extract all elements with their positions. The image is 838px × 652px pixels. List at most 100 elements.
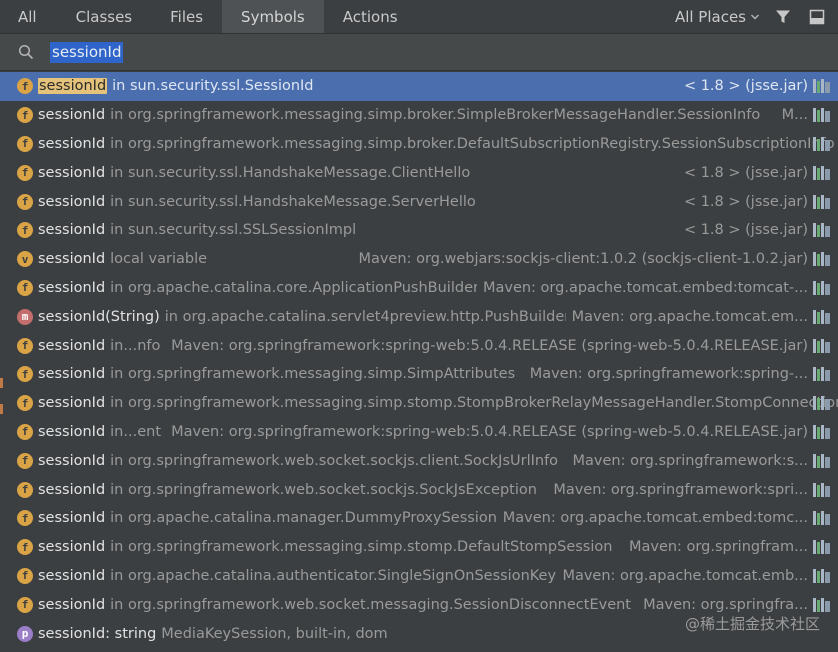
symbol-location: Maven: org.webjars:sockjs-client:1.0.2 (… xyxy=(352,244,808,274)
result-row[interactable]: f sessionId in org.apache.catalina.authent… xyxy=(0,561,838,591)
symbol-context: in...nfo xyxy=(110,337,161,354)
field-icon: f xyxy=(17,567,33,584)
filter-icon[interactable] xyxy=(774,8,792,26)
result-row[interactable]: f sessionId in org.springframework.messagi… xyxy=(0,532,838,562)
symbol-context: in org.springframework.messaging.simp.st… xyxy=(110,395,838,412)
field-icon: f xyxy=(17,78,33,95)
library-icon xyxy=(813,568,830,583)
library-icon xyxy=(813,165,830,180)
symbol-context: in org.springframework.web.socket.sockjs… xyxy=(110,481,537,498)
result-row[interactable]: m sessionId(String) in org.apache.catalina… xyxy=(0,302,838,332)
field-icon: f xyxy=(17,481,33,498)
result-row[interactable]: f sessionId in sun.security.ssl.HandshakeM… xyxy=(0,158,838,188)
symbol-location: Maven: org.apache.tomcat.em... xyxy=(565,302,808,332)
symbol-location: < 1.8 > (jsse.jar) xyxy=(677,187,808,216)
library-icon xyxy=(813,453,830,468)
symbol-name: sessionId xyxy=(38,539,106,556)
field-icon: f xyxy=(17,510,33,527)
result-row[interactable]: f sessionId in org.springframework.messagi… xyxy=(0,389,838,418)
symbol-context: in org.springframework.messaging.simp.st… xyxy=(110,539,613,556)
symbol-location: Maven: org.springframework:spring-... xyxy=(523,359,808,389)
search-input[interactable]: sessionId xyxy=(50,41,124,63)
field-icon: f xyxy=(17,164,33,181)
symbol-context: in org.apache.catalina.core.ApplicationP… xyxy=(110,279,479,296)
result-row[interactable]: f sessionId in sun.security.ssl.HandshakeM… xyxy=(0,187,838,216)
result-row[interactable]: f sessionId in...nfo Maven: org.springframe… xyxy=(0,331,838,360)
field-icon: f xyxy=(17,193,33,210)
symbol-location: Maven: org.springframework:spring-web:5.… xyxy=(165,417,808,447)
library-icon xyxy=(813,79,830,94)
symbol-context: in org.springframework.web.socket.sockjs… xyxy=(110,452,559,469)
symbol-name: sessionId xyxy=(38,193,106,210)
symbol-name: sessionId xyxy=(38,164,106,181)
symbol-context: in org.springframework.messaging.simp.br… xyxy=(110,107,761,124)
result-row[interactable]: f sessionId in...ent Maven: org.springframe… xyxy=(0,417,838,447)
tabbar-tools: All Places xyxy=(675,0,838,33)
editor-gutter-marker xyxy=(0,378,3,388)
library-icon xyxy=(813,338,830,353)
tab-classes[interactable]: Classes xyxy=(57,0,152,33)
variable-icon: v xyxy=(17,251,33,268)
result-row[interactable]: f sessionId in sun.security.ssl.SSLSession… xyxy=(0,215,838,245)
symbol-name: sessionId xyxy=(38,452,106,469)
scope-dropdown[interactable]: All Places xyxy=(675,8,760,26)
result-row[interactable]: f sessionId in sun.security.ssl.SessionId <… xyxy=(0,72,838,101)
symbol-location: < 1.8 > (jsse.jar) xyxy=(677,72,808,101)
symbol-name: sessionId(String) xyxy=(38,308,160,325)
symbol-context: in sun.security.ssl.SessionId xyxy=(112,78,314,95)
field-icon: f xyxy=(17,539,33,556)
symbol-name: sessionId xyxy=(38,337,106,354)
tab-actions[interactable]: Actions xyxy=(324,0,417,33)
symbol-name: sessionId xyxy=(38,107,106,124)
symbol-name: sessionId xyxy=(38,395,106,412)
symbol-name: sessionId xyxy=(38,78,108,95)
method-icon: m xyxy=(17,308,33,325)
field-icon: f xyxy=(17,366,33,383)
tab-files[interactable]: Files xyxy=(151,0,222,33)
symbol-context: local variable xyxy=(110,251,208,268)
result-row[interactable]: v sessionId local variable Maven: org.webja… xyxy=(0,244,838,274)
symbol-location: < 1.8 > (jsse.jar) xyxy=(677,158,808,188)
symbol-location: M... xyxy=(775,100,808,130)
symbol-name: sessionId xyxy=(38,423,106,440)
field-icon: f xyxy=(17,279,33,296)
symbol-context: in org.apache.catalina.manager.DummyProx… xyxy=(110,510,497,527)
symbol-location: Maven: org.apache.tomcat.embed:tomc... xyxy=(496,503,808,533)
library-icon xyxy=(813,424,830,439)
result-row[interactable]: f sessionId in org.springframework.web.soc… xyxy=(0,446,838,476)
field-icon: f xyxy=(17,107,33,124)
symbol-context: in...ent xyxy=(110,423,161,440)
field-icon: f xyxy=(17,452,33,469)
symbol-name: sessionId xyxy=(38,366,106,383)
symbol-name: sessionId: string xyxy=(38,625,157,642)
symbol-location: Maven: org.springframework:s... xyxy=(566,446,808,476)
result-row[interactable]: f sessionId in org.apache.catalina.manager… xyxy=(0,503,838,533)
symbol-context: in org.apache.catalina.servlet4preview.h… xyxy=(164,308,571,325)
chevron-down-icon xyxy=(751,14,759,19)
symbol-context: in sun.security.ssl.SSLSessionImpl xyxy=(110,222,357,239)
result-row[interactable]: f sessionId in org.springframework.web.soc… xyxy=(0,475,838,504)
symbol-context: in org.springframework.web.socket.messag… xyxy=(110,596,631,613)
library-icon xyxy=(813,194,830,209)
result-row[interactable]: f sessionId in org.apache.catalina.core.Ap… xyxy=(0,273,838,303)
scope-label: All Places xyxy=(674,7,746,26)
result-row[interactable]: f sessionId in org.springframework.messagi… xyxy=(0,359,838,389)
symbol-location: Maven: org.springframework:spri... xyxy=(547,475,808,504)
open-in-tool-window-icon[interactable] xyxy=(808,8,826,26)
symbol-name: sessionId xyxy=(38,567,106,584)
library-icon xyxy=(813,108,830,123)
symbol-name: sessionId xyxy=(38,510,106,527)
library-icon xyxy=(813,367,830,382)
symbol-name: sessionId xyxy=(38,481,106,498)
library-icon xyxy=(813,309,830,324)
tab-symbols[interactable]: Symbols xyxy=(222,0,324,33)
tab-all[interactable]: All xyxy=(0,0,57,33)
field-icon: f xyxy=(17,135,33,152)
result-row[interactable]: f sessionId in org.springframework.messagi… xyxy=(0,130,838,159)
symbol-context: MediaKeySession, built-in, dom xyxy=(161,625,388,642)
library-icon xyxy=(813,511,830,526)
result-row[interactable]: f sessionId in org.springframework.messagi… xyxy=(0,100,838,130)
symbol-name: sessionId xyxy=(38,135,106,152)
library-icon xyxy=(813,280,830,295)
symbol-name: sessionId xyxy=(38,279,106,296)
